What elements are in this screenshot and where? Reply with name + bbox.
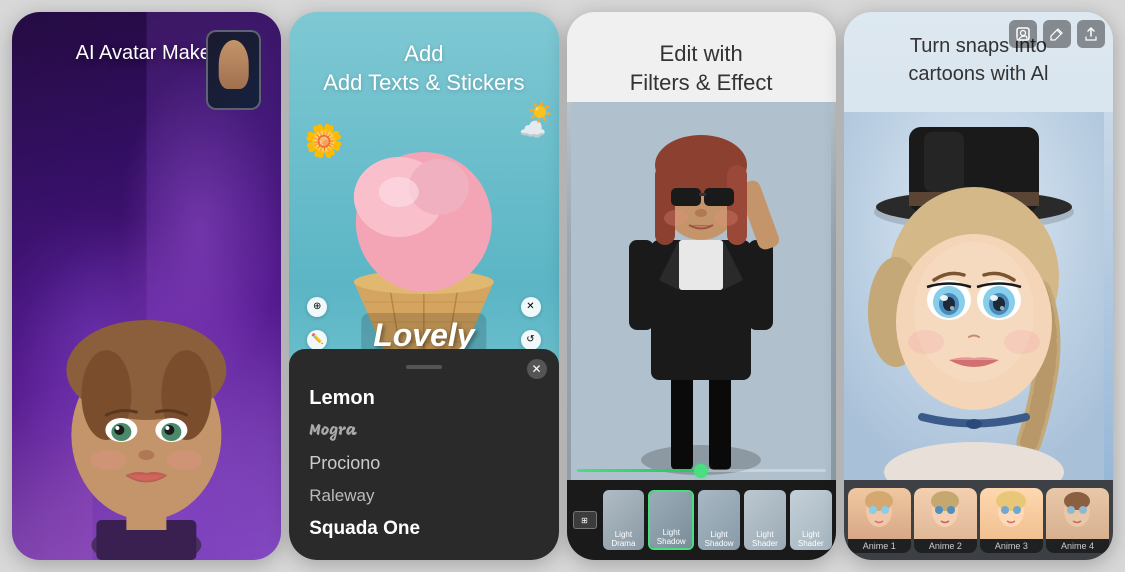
card-4-icon-row [1009, 20, 1105, 48]
font-item-squada[interactable]: Squada One [289, 512, 558, 552]
text-edit-close-btn[interactable]: ✕ [521, 297, 541, 317]
anime-face-3 [994, 491, 1029, 536]
anime-thumb-1[interactable]: Anime 1 [848, 488, 911, 553]
card-filters-effect: Edit withFilters & Effect [567, 12, 836, 560]
text-edit-pencil-btn[interactable]: ✏️ [307, 330, 327, 350]
filter-label-1: Light Drama [603, 530, 645, 548]
anime-thumb-3[interactable]: Anime 3 [980, 488, 1043, 553]
filter-thumb-1[interactable]: Light Drama [603, 490, 645, 550]
anime-label-1: Anime 1 [848, 539, 911, 553]
anime-thumb-4[interactable]: Anime 4 [1046, 488, 1109, 553]
filter-slider-area [567, 469, 836, 472]
anime-face-4 [1060, 491, 1095, 536]
filter-label-4: Light Shader [744, 530, 786, 548]
font-item-raleway[interactable]: Raleway [289, 480, 558, 512]
screenshots-container: AI Avatar Maker [0, 0, 1125, 572]
upload-icon [1084, 27, 1098, 41]
slider-fill [577, 469, 702, 472]
edit-icon[interactable] [1043, 20, 1071, 48]
filter-slider-track[interactable] [577, 469, 826, 472]
filter-thumb-4[interactable]: Light Shader [744, 490, 786, 550]
face-icon [1016, 27, 1030, 41]
card-ai-avatar: AI Avatar Maker [12, 12, 281, 560]
dropdown-close-btn[interactable]: ✕ [527, 359, 547, 379]
daisy-sticker: 🌼 [304, 122, 344, 160]
anime-face-1 [862, 491, 897, 536]
cartoon-face-bg [844, 112, 1113, 480]
slider-thumb[interactable] [694, 464, 708, 478]
anime-style-strip: Anime 1 Anime 2 [844, 480, 1113, 560]
cartoon-face-area [844, 112, 1113, 480]
fashion-figure-svg [571, 102, 831, 480]
text-edit-copy-btn[interactable]: ⊕ [307, 297, 327, 317]
face-select-icon[interactable] [1009, 20, 1037, 48]
cartoon-figure-svg [844, 112, 1104, 480]
dropdown-handle [406, 365, 442, 369]
mini-phone-frame [206, 30, 261, 110]
card-cartoon-ai: Turn snaps intocartoons with Al [844, 12, 1113, 560]
font-item-lemon[interactable]: Lemon [289, 381, 558, 416]
pencil-icon [1050, 27, 1064, 41]
filter-thumb-2[interactable]: Light Shadow [648, 490, 694, 550]
sun-sticker: ☀️ [528, 100, 553, 125]
share-icon-btn[interactable] [1077, 20, 1105, 48]
card-2-title: AddAdd Texts & Stickers [289, 40, 558, 97]
card-texts-stickers: AddAdd Texts & Stickers [289, 12, 558, 560]
filter-label-2: Light Shadow [650, 528, 692, 546]
anime-label-4: Anime 4 [1046, 539, 1109, 553]
font-item-mogra[interactable]: Mogra [289, 416, 558, 447]
anime-label-2: Anime 2 [914, 539, 977, 553]
filter-thumb-3[interactable]: Light Shadow [698, 490, 740, 550]
filter-label-5: Light Shader [790, 530, 832, 548]
anime-thumb-2[interactable]: Anime 2 [914, 488, 977, 553]
ai-avatar-image [12, 94, 281, 560]
text-edit-rotate-btn[interactable]: ↺ [521, 330, 541, 350]
ai-face-svg [37, 240, 257, 560]
card-3-title: Edit withFilters & Effect [567, 40, 836, 97]
font-item-prociono[interactable]: Prociono [289, 447, 558, 480]
anime-face-2 [928, 491, 963, 536]
font-dropdown[interactable]: ✕ Lemon Mogra Prociono Raleway Squada On… [289, 349, 558, 560]
anime-label-3: Anime 3 [980, 539, 1043, 553]
filter-strip: ⊞ Light Drama Light Shadow Light Shadow … [567, 480, 836, 560]
filter-settings-icon[interactable]: ⊞ [571, 506, 599, 534]
filter-thumb-5[interactable]: Light Shader [790, 490, 832, 550]
filter-label-3: Light Shadow [698, 530, 740, 548]
